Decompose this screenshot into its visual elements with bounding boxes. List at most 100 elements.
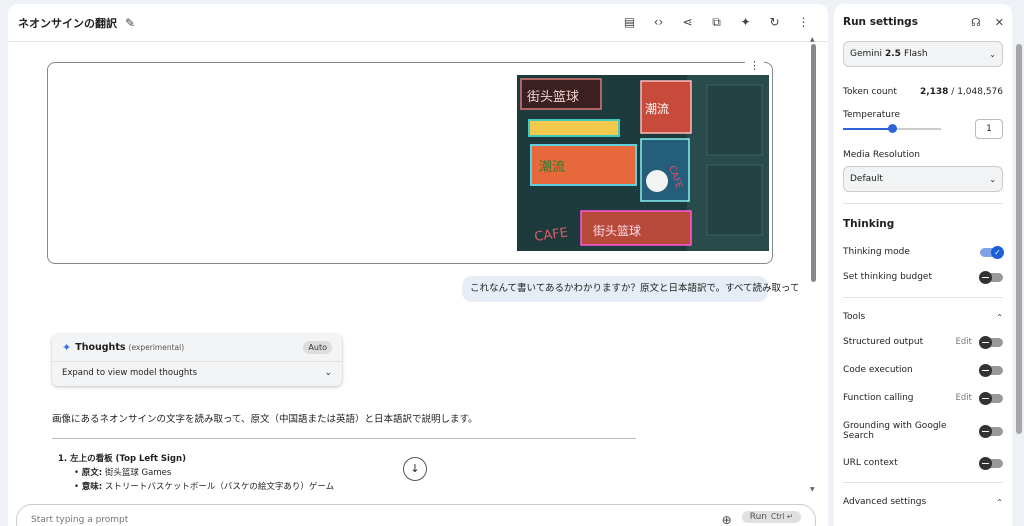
thinking-mode-toggle[interactable]: ✓ bbox=[980, 245, 1004, 259]
expand-thoughts-button[interactable]: Expand to view model thoughts ⌄ bbox=[52, 362, 342, 384]
prompt-bar: ⊕ RunCtrl ↵ bbox=[16, 504, 816, 526]
answer-intro: 画像にあるネオンサインの文字を読み取って、原文（中国語または英語）と日本語訳で説… bbox=[52, 414, 478, 425]
expand-thoughts-label: Expand to view model thoughts bbox=[62, 368, 198, 378]
thinking-mode-row: Thinking mode ✓ bbox=[834, 245, 1012, 259]
function-calling-edit-link[interactable]: Edit bbox=[956, 393, 972, 403]
structured-output-edit-link[interactable]: Edit bbox=[956, 337, 972, 347]
code-execution-label: Code execution bbox=[843, 365, 913, 375]
temperature-slider-fill bbox=[843, 128, 892, 130]
media-resolution-label: Media Resolution bbox=[843, 150, 920, 160]
media-resolution-select[interactable]: Default ⌄ bbox=[843, 166, 1003, 192]
user-message: これなんて書いてあるかわかりますか？原文と日本語訳で。すべて読み取って bbox=[462, 276, 800, 302]
sparkle-icon[interactable]: ✦ bbox=[731, 15, 760, 30]
add-media-icon[interactable]: ⊕ bbox=[722, 513, 732, 526]
thoughts-subtitle: (experimental) bbox=[128, 343, 185, 352]
model-select[interactable]: Gemini 2.5 Flash ⌄ bbox=[843, 41, 1003, 67]
temperature-slider[interactable] bbox=[843, 124, 941, 133]
neon-photo-drawing: 街头篮球 潮流 潮流 CAFE CAFE 街头篮球 bbox=[517, 75, 769, 251]
thinking-mode-label: Thinking mode bbox=[843, 247, 910, 257]
chat-scrollbar[interactable]: ▲ ▼ bbox=[810, 36, 817, 524]
thinking-budget-toggle[interactable] bbox=[979, 270, 1003, 284]
sparkle-icon: ✦ bbox=[62, 341, 72, 354]
grounding-row: Grounding with Google Search bbox=[834, 421, 1012, 441]
refresh-icon[interactable]: ↻ bbox=[760, 15, 789, 30]
temperature-slider-handle[interactable] bbox=[888, 124, 897, 133]
copy-icon[interactable]: ⧉ bbox=[702, 15, 731, 30]
structured-output-row: Structured output Edit bbox=[834, 335, 1012, 349]
model-suffix: Flash bbox=[903, 49, 928, 59]
chevron-up-icon: ⌃ bbox=[996, 497, 1003, 507]
scrollbar-thumb[interactable] bbox=[811, 44, 816, 282]
more-vert-icon[interactable]: ⋮ bbox=[745, 59, 764, 72]
token-count-row: Token count 2,138 / 1,048,576 bbox=[834, 87, 1012, 97]
grounding-label: Grounding with Google Search bbox=[843, 421, 947, 441]
original-value: 街头篮球 Games bbox=[102, 468, 172, 478]
run-shortcut: Ctrl ↵ bbox=[770, 512, 793, 521]
thoughts-header: ✦ Thoughts (experimental) Auto bbox=[52, 334, 342, 362]
check-icon: ✓ bbox=[991, 245, 1004, 259]
model-prefix: Gemini bbox=[850, 49, 882, 59]
answer-list: 1. 左上の看板 (Top Left Sign) • 原文: 街头篮球 Game… bbox=[58, 452, 334, 494]
thoughts-title: Thoughts bbox=[75, 342, 126, 353]
tools-label: Tools bbox=[843, 312, 866, 322]
thinking-budget-label: Set thinking budget bbox=[843, 272, 932, 282]
headset-icon[interactable]: ☊ bbox=[971, 16, 981, 29]
function-calling-label: Function calling bbox=[843, 393, 914, 403]
close-icon[interactable]: ✕ bbox=[995, 16, 1004, 29]
token-count-value: 2,138 / 1,048,576 bbox=[920, 87, 1003, 97]
advanced-settings-header[interactable]: Advanced settings ⌃ bbox=[834, 497, 1012, 507]
divider bbox=[52, 438, 636, 439]
share-icon[interactable]: ⋖ bbox=[673, 15, 702, 30]
url-context-row: URL context bbox=[834, 456, 1012, 470]
tools-section-header[interactable]: Tools ⌃ bbox=[834, 312, 1012, 322]
function-calling-row: Function calling Edit bbox=[834, 391, 1012, 405]
url-context-label: URL context bbox=[843, 458, 898, 468]
chevron-down-icon: ⌄ bbox=[989, 49, 996, 59]
settings-header: Run settings ☊ ✕ bbox=[834, 4, 1012, 40]
structured-output-toggle[interactable] bbox=[979, 335, 1003, 349]
run-label: Run bbox=[749, 512, 767, 522]
run-settings-panel: Run settings ☊ ✕ Gemini 2.5 Flash ⌄ Toke… bbox=[834, 4, 1012, 526]
image-attachment-card: ⋮ 街头篮球 潮流 潮流 CAFE CAFE 街头篮球 bbox=[47, 59, 773, 264]
sign-bottom-right: 街头篮球 bbox=[593, 223, 641, 238]
settings-title: Run settings bbox=[843, 16, 918, 28]
clipboard-icon[interactable]: ▤ bbox=[615, 15, 644, 30]
edit-title-icon[interactable]: ✎ bbox=[125, 16, 135, 30]
prompt-input[interactable] bbox=[31, 515, 722, 525]
token-total: / 1,048,576 bbox=[948, 87, 1003, 97]
temperature-input[interactable]: 1 bbox=[975, 119, 1003, 139]
page-title: ネオンサインの翻訳 bbox=[18, 16, 117, 30]
original-label: 原文: bbox=[81, 468, 103, 478]
chevron-down-icon: ⌄ bbox=[324, 368, 332, 378]
function-calling-toggle[interactable] bbox=[979, 391, 1003, 405]
chat-header: ネオンサインの翻訳 ✎ ▤ ‹› ⋖ ⧉ ✦ ↻ ⋮ bbox=[8, 4, 828, 42]
toggle-knob bbox=[979, 424, 993, 438]
settings-scrollbar[interactable] bbox=[1016, 44, 1022, 434]
run-button[interactable]: Run Ctrl ↵ bbox=[741, 511, 801, 523]
thinking-section-title: Thinking bbox=[843, 218, 895, 230]
header-actions: ▤ ‹› ⋖ ⧉ ✦ ↻ ⋮ bbox=[615, 15, 818, 30]
structured-output-label: Structured output bbox=[843, 337, 924, 347]
meaning-value: ストリートバスケットボール（バスケの絵文字あり）ゲーム bbox=[102, 482, 335, 492]
grounding-toggle[interactable] bbox=[979, 424, 1003, 438]
list-item-meaning: • 意味: ストリートバスケットボール（バスケの絵文字あり）ゲーム bbox=[74, 482, 335, 492]
token-count-label: Token count bbox=[843, 87, 897, 97]
model-version: 2.5 bbox=[884, 49, 901, 59]
more-vert-icon[interactable]: ⋮ bbox=[789, 15, 818, 30]
url-context-toggle[interactable] bbox=[979, 456, 1003, 470]
scroll-down-arrow-icon[interactable]: ▼ bbox=[810, 486, 815, 493]
neon-signs-photo[interactable]: 街头篮球 潮流 潮流 CAFE CAFE 街头篮球 bbox=[517, 75, 769, 251]
scroll-down-button[interactable]: ↓ bbox=[403, 457, 427, 481]
chevron-down-icon: ⌄ bbox=[989, 174, 996, 184]
code-execution-row: Code execution bbox=[834, 363, 1012, 377]
advanced-settings-label: Advanced settings bbox=[843, 497, 927, 507]
divider bbox=[843, 297, 1003, 298]
sign-top-left: 街头篮球 bbox=[527, 90, 579, 105]
auto-badge: Auto bbox=[303, 341, 332, 354]
scroll-up-arrow-icon[interactable]: ▲ bbox=[810, 36, 815, 43]
sign-center: 潮流 bbox=[539, 160, 565, 175]
code-execution-toggle[interactable] bbox=[979, 363, 1003, 377]
meaning-label: 意味: bbox=[81, 482, 103, 492]
divider bbox=[843, 203, 1003, 204]
code-icon[interactable]: ‹› bbox=[644, 15, 673, 30]
